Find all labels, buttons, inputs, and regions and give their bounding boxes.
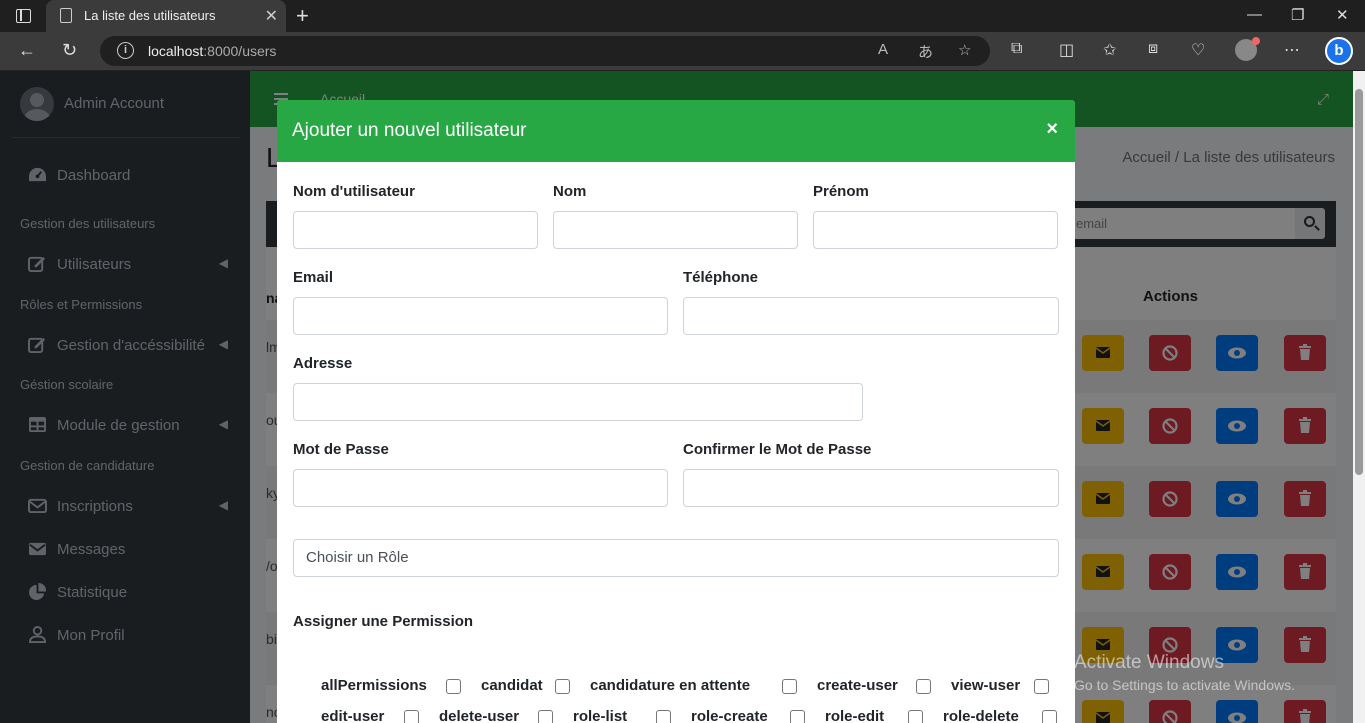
restore-icon[interactable]: ❐ (1291, 6, 1304, 24)
refresh-icon[interactable]: ↻ (62, 40, 77, 61)
window-close-icon[interactable]: ✕ (1336, 6, 1349, 24)
permission-checkbox[interactable] (790, 710, 805, 723)
performance-icon[interactable]: ♡ (1191, 40, 1205, 60)
permission-checkbox[interactable] (1042, 710, 1057, 723)
permission-checkbox[interactable] (538, 710, 553, 723)
telephone-label: Téléphone (683, 269, 759, 286)
prenom-label: Prénom (813, 183, 869, 200)
permission-checkbox[interactable] (916, 679, 931, 694)
read-aloud-icon[interactable]: A (878, 41, 888, 58)
back-icon[interactable]: ← (18, 40, 36, 61)
address-bar: ← ↻ i localhost:8000/users A あ ☆ ⧉ ◫ ✩ ⧈… (0, 32, 1365, 71)
page-scrollbar[interactable] (1353, 71, 1365, 723)
modal-close-button[interactable]: × (1046, 118, 1058, 141)
password-confirm-label: Confirmer le Mot de Passe (683, 441, 872, 458)
permission-checkbox[interactable] (1034, 679, 1049, 694)
favorite-star-icon[interactable]: ☆ (958, 41, 971, 59)
new-tab-icon[interactable]: + (296, 3, 309, 29)
adresse-field[interactable] (293, 383, 863, 421)
role-select[interactable]: Choisir un Rôle (293, 539, 1059, 577)
browser-tab-bar: La liste des utilisateurs ✕ + — ❐ ✕ (0, 0, 1365, 32)
scrollbar-thumb[interactable] (1355, 89, 1363, 475)
nom-field[interactable] (553, 211, 798, 249)
permission-label: view-user (951, 677, 1021, 694)
permission-label: allPermissions (321, 677, 427, 694)
permission-label: delete-user (439, 708, 520, 723)
permission-label: candidature en attente (590, 677, 751, 694)
permission-checkbox[interactable] (908, 710, 923, 723)
permission-label: role-edit (825, 708, 885, 723)
permission-label: candidat (481, 677, 543, 694)
username-label: Nom d'utilisateur (293, 183, 415, 200)
permission-label: edit-user (321, 708, 385, 723)
password-field[interactable] (293, 469, 668, 507)
site-info-icon[interactable]: i (117, 42, 134, 59)
copilot-icon[interactable]: b (1325, 37, 1353, 65)
permission-label: create-user (817, 677, 898, 694)
more-menu-icon[interactable]: ⋯ (1284, 40, 1300, 60)
activate-windows-subtext: Go to Settings to activate Windows. (1074, 677, 1295, 693)
permission-label: role-delete (943, 708, 1019, 723)
tab-title: La liste des utilisateurs (84, 8, 216, 23)
url-text: localhost:8000/users (148, 43, 277, 59)
adresse-label: Adresse (293, 355, 353, 372)
username-field[interactable] (293, 211, 538, 249)
email-field[interactable] (293, 297, 668, 335)
nom-label: Nom (553, 183, 587, 200)
telephone-field[interactable] (683, 297, 1059, 335)
permission-checkbox[interactable] (446, 679, 461, 694)
page-favicon-icon (60, 8, 72, 23)
extensions-icon[interactable]: ⧉ (1011, 40, 1022, 58)
permission-checkbox[interactable] (404, 710, 419, 723)
modal-title: Ajouter un nouvel utilisateur (292, 120, 527, 141)
favorites-icon[interactable]: ✩ (1103, 40, 1116, 60)
minimize-icon[interactable]: — (1247, 6, 1262, 23)
close-tab-icon[interactable]: ✕ (265, 6, 278, 26)
url-field[interactable]: i localhost:8000/users A あ ☆ (100, 36, 990, 66)
profile-avatar-icon[interactable] (1235, 37, 1260, 61)
email-label: Email (293, 269, 334, 286)
password-label: Mot de Passe (293, 441, 389, 458)
permission-checkbox[interactable] (555, 679, 570, 694)
split-screen-icon[interactable]: ◫ (1059, 40, 1074, 60)
browser-tab[interactable]: La liste des utilisateurs ✕ (46, 0, 286, 32)
permission-checkbox[interactable] (782, 679, 797, 694)
permission-title: Assigner une Permission (293, 613, 474, 630)
permission-checkbox[interactable] (656, 710, 671, 723)
collections-icon[interactable]: ⧈ (1148, 40, 1158, 58)
modal-header: Ajouter un nouvel utilisateur × (277, 100, 1075, 162)
password-confirm-field[interactable] (683, 469, 1059, 507)
permission-label: role-list (573, 708, 628, 723)
permission-label: role-create (691, 708, 768, 723)
tab-actions-icon[interactable] (16, 9, 31, 23)
add-user-modal: Ajouter un nouvel utilisateur × Nom d'ut… (277, 100, 1075, 723)
translate-icon[interactable]: あ (918, 41, 933, 62)
prenom-field[interactable] (813, 211, 1058, 249)
activate-windows-watermark: Activate Windows (1074, 652, 1224, 673)
